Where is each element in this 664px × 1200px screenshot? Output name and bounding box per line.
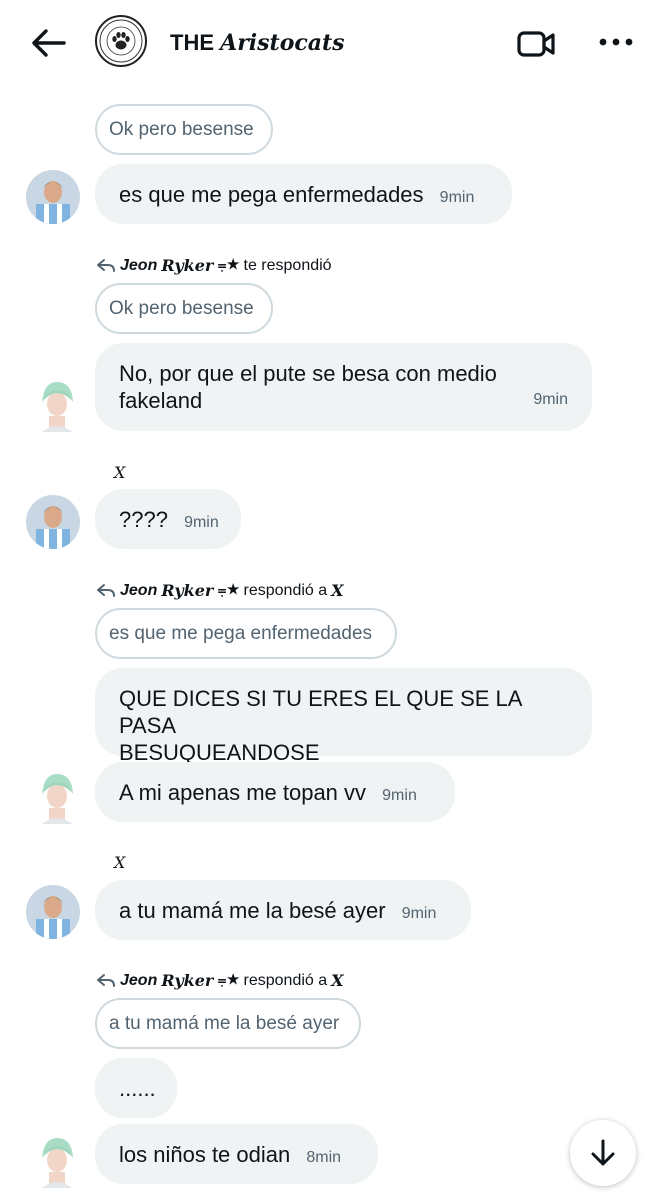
group-title[interactable]: THE Aristocats [170,30,345,56]
video-camera-icon[interactable] [516,28,556,60]
group-title-prefix: THE [170,30,214,55]
reply-author-deco: ⩦★ [217,256,240,274]
message-bubble[interactable]: No, por que el pute se besa con medio fa… [95,343,592,431]
quoted-message-text: es que me pega enfermedades [109,622,373,644]
message-bubble[interactable]: a tu mamá me la besé ayer 9min [95,880,471,940]
reply-indicator: Jeon Ryker ⩦★ te respondió [96,256,332,275]
reply-arrow-icon [97,583,115,597]
reply-target: X [331,971,344,990]
reply-action: respondió a [243,581,328,599]
quoted-message-text: a tu mamá me la besé ayer [109,1012,340,1034]
message-time: 9min [533,391,568,408]
scroll-to-bottom-button[interactable] [570,1120,636,1186]
message-time: 9min [184,514,219,531]
arrow-down-icon [591,1139,615,1166]
reply-author-surname: Ryker [161,581,214,600]
reply-arrow-icon [97,973,115,987]
reply-author-name: Jeon [120,971,158,989]
message-text: los niños te odian [119,1142,291,1167]
group-title-script: Aristocats [220,30,345,56]
reply-author-surname: Ryker [161,256,214,275]
message-bubble[interactable]: ???? 9min [95,489,241,549]
quoted-message[interactable]: Ok pero besense [95,104,273,155]
quoted-message[interactable]: Ok pero besense [95,283,273,334]
avatar[interactable] [26,495,80,549]
avatar[interactable] [32,378,82,432]
message-time: 8min [306,1149,342,1166]
message-text: ???? [119,507,168,532]
paw-logo-icon [99,19,143,63]
quoted-message-text: Ok pero besense [109,118,254,140]
message-bubble[interactable]: ...... [95,1058,177,1118]
reply-action: respondió a [243,971,328,989]
reply-author-deco: ⩦★ [217,971,240,989]
message-bubble[interactable]: QUE DICES SI TU ERES EL QUE SE LA PASA B… [95,668,592,765]
avatar[interactable] [26,170,80,224]
avatar[interactable] [32,770,82,824]
avatar-anime-image [32,378,82,432]
message-text-line-1: QUE DICES SI TU ERES EL QUE SE LA PASA [119,686,522,738]
message-text: es que me pega enfermedades [119,182,424,207]
reply-author-name: Jeon [120,256,158,274]
message-text-line-1: No, por que el pute se besa con medio [119,361,497,386]
sender-name: X [114,853,126,872]
message-text: a tu mamá me la besé ayer [119,898,386,923]
sender-name: X [114,463,126,482]
reply-author-surname: Ryker [161,971,214,990]
reply-action: te respondió [243,256,332,274]
avatar-anime-image [32,770,82,824]
back-arrow-icon[interactable] [28,26,68,60]
reply-author-deco: ⩦★ [217,581,240,599]
quoted-message[interactable]: a tu mamá me la besé ayer [95,998,361,1049]
quoted-message[interactable]: es que me pega enfermedades [95,608,397,659]
message-text-line-2: fakeland [119,388,203,413]
avatar[interactable] [26,885,80,939]
message-bubble[interactable]: es que me pega enfermedades 9min [95,164,512,224]
reply-indicator: Jeon Ryker ⩦★ respondió a X [96,581,344,600]
reply-indicator: Jeon Ryker ⩦★ respondió a X [96,971,344,990]
reply-author-name: Jeon [120,581,158,599]
more-dots-icon[interactable] [598,36,634,48]
message-bubble[interactable]: A mi apenas me topan vv 9min [95,762,455,822]
message-text: A mi apenas me topan vv [119,780,367,805]
avatar-footballer-image [26,495,80,549]
avatar[interactable] [32,1134,82,1188]
message-time: 9min [401,905,437,922]
group-avatar[interactable] [95,15,147,67]
quoted-message-text: Ok pero besense [109,297,254,319]
message-time: 9min [439,189,475,206]
message-bubble[interactable]: los niños te odian 8min [95,1124,378,1184]
reply-target: X [331,581,344,600]
chat-header: THE Aristocats [0,0,664,88]
avatar-footballer-image [26,170,80,224]
reply-arrow-icon [97,258,115,272]
avatar-footballer-image [26,885,80,939]
message-time: 9min [382,787,417,804]
message-text: ...... [119,1076,156,1101]
avatar-anime-image [32,1134,82,1188]
